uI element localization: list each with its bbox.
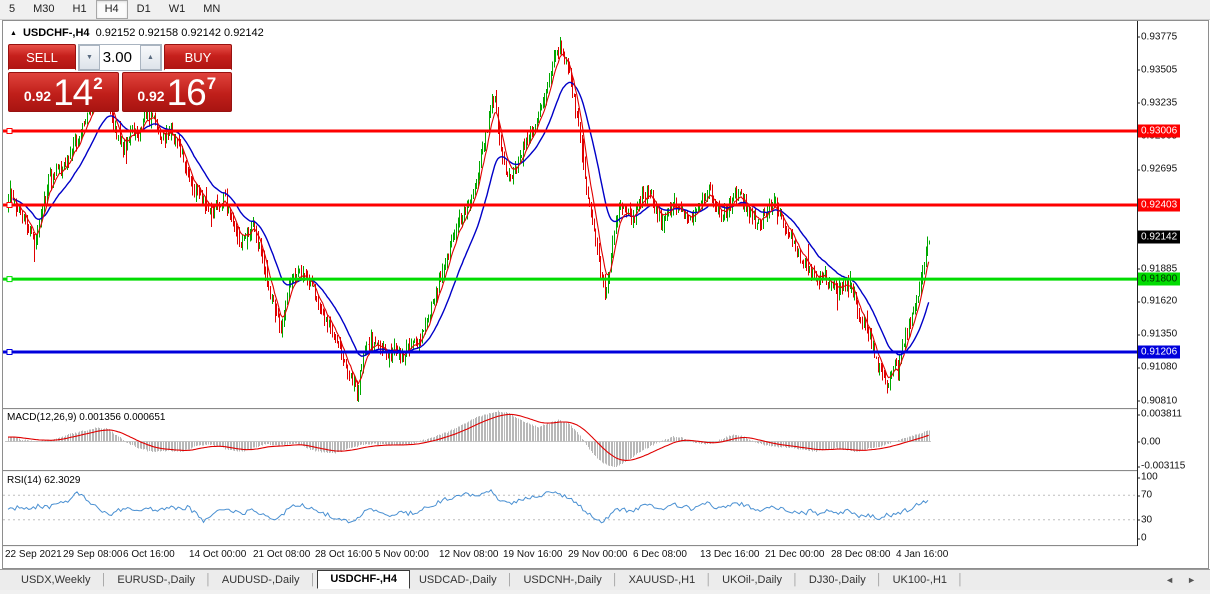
sell-price-prefix: 0.92 [23, 88, 52, 104]
time-label: 6 Oct 16:00 [123, 549, 175, 560]
chart-tab-uk100-h1[interactable]: UK100-,H1 [884, 572, 956, 588]
rsi-name: RSI(14) [7, 475, 42, 486]
time-label: 29 Nov 00:00 [568, 549, 628, 560]
timeframe-toolbar: 5 M30 H1 H4 D1 W1 MN [0, 0, 1210, 20]
volume-increase-button[interactable]: ▲ [140, 45, 161, 70]
tab-divider: │ [309, 574, 317, 586]
time-label: 5 Nov 00:00 [375, 549, 429, 560]
panel-separator [3, 545, 1137, 547]
mt4-window: { "toolbar": {"timeframes": ["5","M30","… [0, 0, 1210, 594]
chart-tab-usdcad-daily[interactable]: USDCAD-,Daily [410, 572, 506, 588]
chart-tab-eurusd-daily[interactable]: EURUSD-,Daily [108, 572, 204, 588]
timeframe-button-h4[interactable]: H4 [95, 0, 128, 19]
tab-divider: │ [875, 574, 883, 586]
spinner-up-icon: ▲ [147, 54, 154, 61]
chart-tab-audusd-daily[interactable]: AUDUSD-,Daily [213, 572, 309, 588]
chart-tab-bar: USDX,Weekly │ EURUSD-,Daily │ AUDUSD-,Daily │… [0, 569, 1210, 590]
rsi-label: RSI(14) 62.3029 [7, 475, 80, 486]
level-handle[interactable] [6, 276, 13, 283]
buy-price-box[interactable]: 0.92 16 7 [121, 72, 232, 113]
time-label: 28 Oct 16:00 [315, 549, 373, 560]
tab-nav-right-icon[interactable]: ► [1187, 575, 1196, 585]
time-label: 29 Sep 08:00 [63, 549, 123, 560]
buy-button[interactable]: BUY [164, 44, 232, 71]
collapse-icon[interactable]: ▲ [10, 28, 17, 39]
price-axis-line [1137, 21, 1138, 546]
time-axis[interactable]: 22 Sep 2021 29 Sep 08:00 6 Oct 16:00 14 Oct… [3, 549, 1137, 563]
sell-price-box[interactable]: 0.92 14 2 [8, 72, 119, 112]
rsi-line [7, 488, 929, 524]
time-label: 21 Oct 08:00 [253, 549, 311, 560]
tab-divider: │ [100, 574, 108, 586]
bottom-strip [0, 590, 1210, 594]
macd-values: 0.001356 0.000651 [79, 412, 166, 423]
volume-field[interactable]: 3.00 [100, 45, 140, 70]
time-label: 4 Jan 16:00 [896, 549, 949, 560]
level-handle[interactable] [6, 202, 13, 208]
sell-button[interactable]: SELL [8, 44, 76, 71]
sell-price-big: 14 [53, 72, 93, 113]
time-label: 14 Oct 00:00 [189, 549, 247, 560]
buy-price-big: 16 [166, 72, 207, 113]
rsi-panel-canvas[interactable] [3, 473, 1137, 545]
time-label: 22 Sep 2021 [5, 549, 62, 560]
chart-tab-usdcnh-daily[interactable]: USDCNH-,Daily [514, 572, 610, 588]
chart-tab-ukoil-daily[interactable]: UKOil-,Daily [713, 572, 791, 588]
tab-divider: │ [204, 574, 212, 586]
volume-decrease-button[interactable]: ▼ [79, 45, 100, 70]
level-handle[interactable] [6, 349, 13, 355]
panel-separator[interactable] [3, 470, 1137, 472]
one-click-trading-panel: SELL ▼ 3.00 ▲ BUY 0.92 14 2 0.92 16 7 [8, 44, 232, 112]
macd-label: MACD(12,26,9) 0.001356 0.000651 [7, 412, 165, 423]
time-label: 6 Dec 08:00 [633, 549, 687, 560]
rsi-value: 62.3029 [44, 475, 81, 486]
time-label: 28 Dec 08:00 [831, 549, 891, 560]
tab-divider: │ [957, 574, 964, 586]
timeframe-button-h1[interactable]: H1 [64, 0, 96, 19]
buy-price-prefix: 0.92 [137, 88, 165, 104]
tab-divider: │ [506, 574, 514, 586]
symbol-header: ▲ USDCHF-,H4 0.92152 0.92158 0.92142 0.9… [10, 27, 264, 39]
timeframe-button-5[interactable]: 5 [0, 0, 24, 19]
timeframe-button-mn[interactable]: MN [194, 0, 229, 19]
spinner-down-icon: ▼ [86, 54, 93, 61]
level-handle[interactable] [6, 128, 13, 134]
time-label: 13 Dec 16:00 [700, 549, 760, 560]
timeframe-button-d1[interactable]: D1 [128, 0, 160, 19]
timeframe-button-m30[interactable]: M30 [24, 0, 63, 19]
tab-nav: ◄ ► [1165, 575, 1196, 585]
timeframe-button-w1[interactable]: W1 [160, 0, 195, 19]
macd-panel-canvas[interactable] [3, 410, 1137, 470]
tab-divider: │ [792, 574, 799, 586]
chart-tab-dj30-daily[interactable]: DJ30-,Daily [800, 572, 875, 588]
volume-spinner: ▼ 3.00 ▲ [78, 44, 162, 71]
chart-tab-usdx-weekly[interactable]: USDX,Weekly [12, 572, 99, 588]
tab-divider: │ [611, 574, 619, 586]
buy-price-sup: 7 [206, 74, 217, 93]
tab-divider: │ [705, 574, 713, 586]
chart-tab-xauusd-h1[interactable]: XAUUSD-,H1 [620, 572, 705, 588]
symbol-title: USDCHF-,H4 [22, 27, 90, 39]
time-label: 12 Nov 08:00 [439, 549, 499, 560]
sell-price-sup: 2 [93, 74, 103, 93]
macd-name: MACD(12,26,9) [7, 412, 77, 423]
symbol-ohlc: 0.92152 0.92158 0.92142 0.92142 [95, 27, 264, 39]
time-label: 21 Dec 00:00 [765, 549, 825, 560]
chart-tab-usdchf-h4[interactable]: USDCHF-,H4 [317, 569, 410, 589]
slow-ma-line [12, 81, 930, 357]
time-label: 19 Nov 16:00 [503, 549, 563, 560]
tab-nav-left-icon[interactable]: ◄ [1165, 575, 1174, 585]
